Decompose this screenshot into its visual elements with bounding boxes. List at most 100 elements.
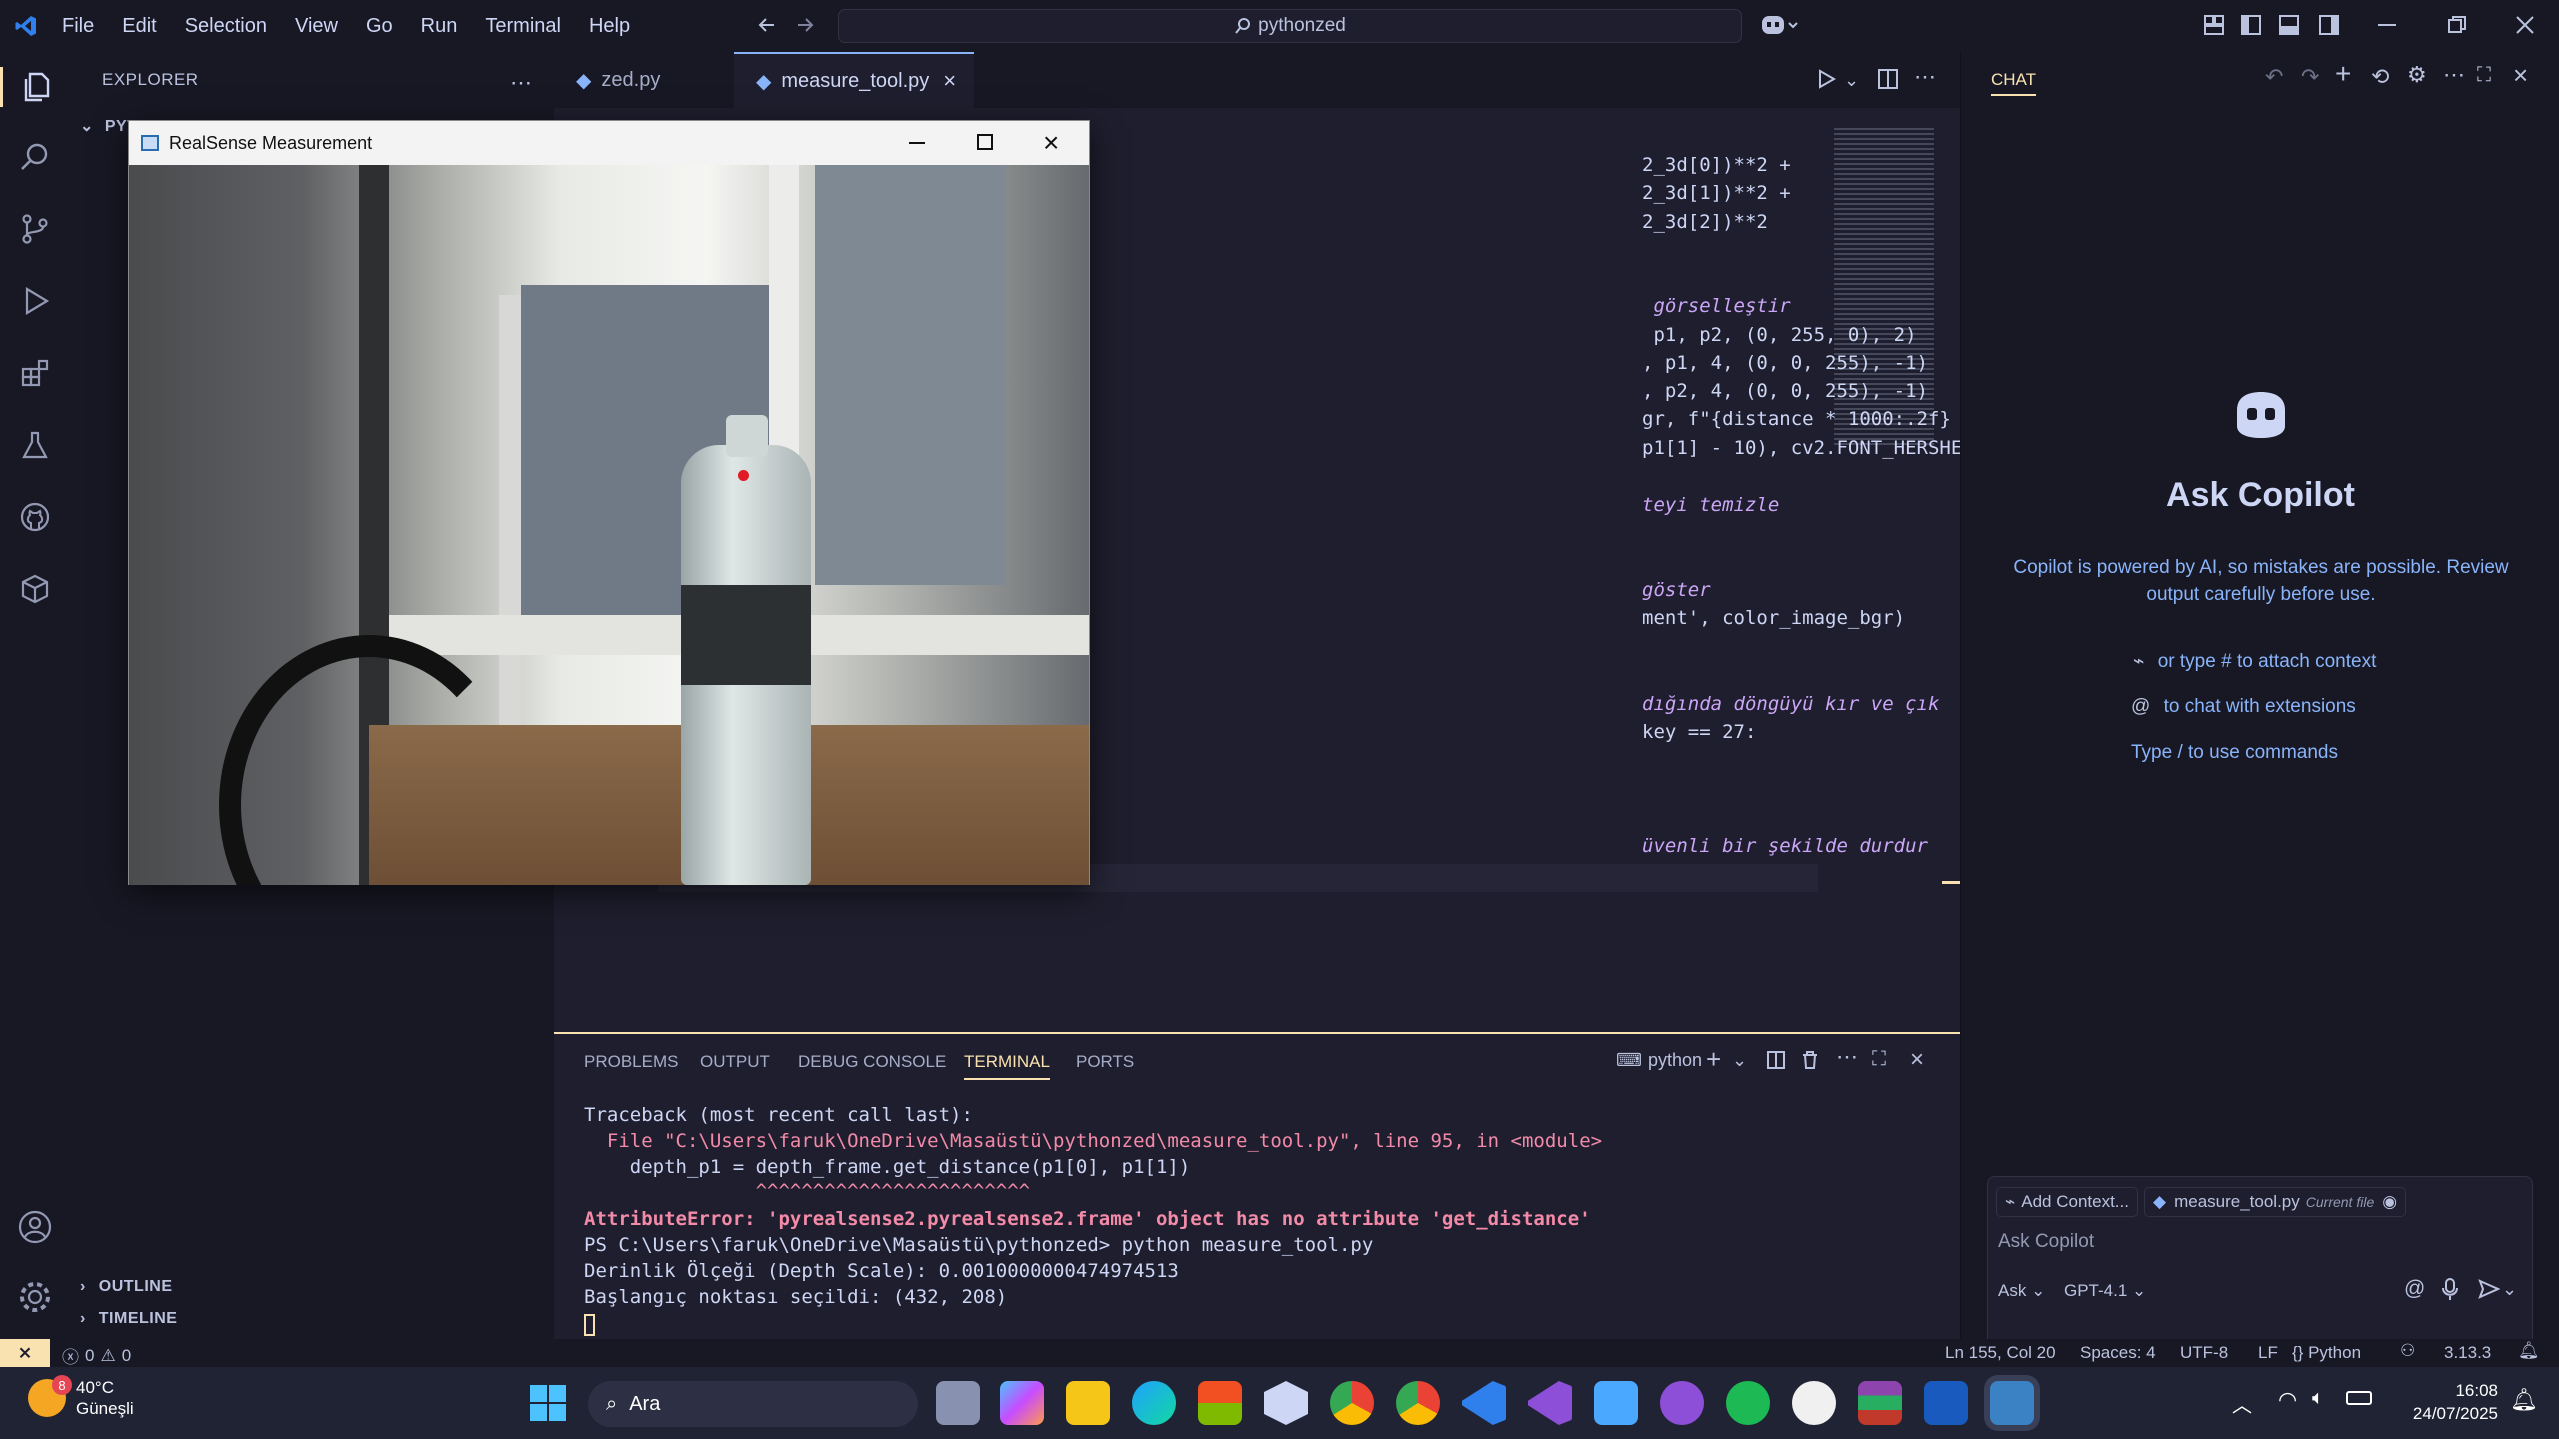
tab-ports[interactable]: PORTS — [1076, 1052, 1134, 1072]
new-chat-icon[interactable]: + — [2335, 58, 2351, 90]
word-icon[interactable] — [1924, 1381, 1968, 1425]
menu-edit[interactable]: Edit — [122, 15, 156, 38]
menu-run[interactable]: Run — [421, 15, 458, 38]
run-debug-icon[interactable] — [15, 281, 55, 321]
encoding[interactable]: UTF-8 — [2180, 1343, 2228, 1363]
layout-customize-icon[interactable] — [2203, 14, 2225, 36]
copilot-status-icon[interactable]: ⚇ — [2400, 1341, 2415, 1361]
more-actions-icon[interactable]: ⋯ — [2443, 62, 2465, 88]
explorer-more-icon[interactable]: ⋯ — [510, 70, 532, 96]
undo-icon[interactable]: ↶ — [2265, 64, 2283, 90]
microphone-icon[interactable] — [2442, 1277, 2458, 1301]
weather-widget[interactable]: 8 40°C Güneşli — [28, 1375, 134, 1419]
end-of-line[interactable]: LF — [2258, 1343, 2278, 1363]
python-app-icon[interactable] — [1990, 1381, 2034, 1425]
chat-tab[interactable]: CHAT — [1991, 70, 2037, 96]
notepad-icon[interactable] — [1594, 1381, 1638, 1425]
close-window-icon[interactable]: × — [1043, 127, 1059, 159]
mode-dropdown[interactable]: Ask ⌄ — [1998, 1281, 2045, 1301]
split-editor-icon[interactable] — [1877, 68, 1899, 90]
tab-output[interactable]: OUTPUT — [700, 1052, 770, 1072]
command-center-search[interactable]: pythonzed — [838, 9, 1742, 43]
at-mention-icon[interactable]: @ — [2404, 1277, 2425, 1301]
tab-terminal[interactable]: TERMINAL — [964, 1052, 1050, 1080]
vscode-icon[interactable] — [1462, 1381, 1506, 1425]
notifications-bell-icon[interactable]: 🔔︎ — [2518, 1341, 2540, 1361]
remote-explorer-icon[interactable] — [15, 569, 55, 609]
edge-browser-icon[interactable] — [1132, 1381, 1176, 1425]
toggle-panel-icon[interactable] — [2278, 14, 2300, 36]
menu-terminal[interactable]: Terminal — [485, 15, 561, 38]
python-version[interactable]: 3.13.3 — [2444, 1343, 2491, 1363]
start-button[interactable] — [530, 1385, 566, 1421]
accounts-icon[interactable] — [15, 1207, 55, 1247]
tab-problems[interactable]: PROBLEMS — [584, 1052, 678, 1072]
more-actions-icon[interactable]: ⋯ — [1836, 1044, 1858, 1070]
winrar-icon[interactable] — [1858, 1381, 1902, 1425]
copilot-app-icon[interactable] — [1000, 1381, 1044, 1425]
tab-measure-tool-py[interactable]: ◆ measure_tool.py × — [734, 52, 974, 108]
gear-icon[interactable]: ⚙ — [2407, 62, 2427, 88]
spotify-icon[interactable] — [1726, 1381, 1770, 1425]
maximize-panel-icon[interactable]: ⛶ — [1872, 1048, 1886, 1071]
terminal-instance[interactable]: ⌨ python — [1616, 1050, 1702, 1071]
toggle-sidebar-icon[interactable] — [2240, 14, 2262, 36]
github-desktop-icon[interactable] — [1660, 1381, 1704, 1425]
model-dropdown[interactable]: GPT-4.1 ⌄ — [2064, 1281, 2146, 1301]
eye-icon[interactable]: ◉ — [2382, 1192, 2397, 1212]
chevron-down-icon[interactable]: ⌄ — [2502, 1279, 2517, 1300]
toggle-secondary-sidebar-icon[interactable] — [2318, 14, 2340, 36]
menu-help[interactable]: Help — [589, 15, 630, 38]
chrome-icon[interactable] — [1330, 1381, 1374, 1425]
task-view-icon[interactable] — [936, 1381, 980, 1425]
visual-studio-icon[interactable] — [1528, 1381, 1572, 1425]
microsoft-store-icon[interactable] — [1198, 1381, 1242, 1425]
realsense-titlebar[interactable]: RealSense Measurement × — [129, 121, 1089, 165]
language-mode[interactable]: {} Python — [2292, 1343, 2361, 1363]
github-icon[interactable] — [15, 497, 55, 537]
tray-chevron-up-icon[interactable]: ︿ — [2232, 1389, 2252, 1418]
testing-flask-icon[interactable] — [15, 425, 55, 465]
chevron-down-icon[interactable]: ⌄ — [1732, 1050, 1747, 1071]
menu-view[interactable]: View — [295, 15, 338, 38]
chrome-profile-icon[interactable] — [1396, 1381, 1440, 1425]
run-python-file-icon[interactable] — [1816, 68, 1838, 90]
trash-icon[interactable] — [1800, 1050, 1820, 1070]
cursor-app-icon[interactable] — [1792, 1381, 1836, 1425]
forward-arrow-icon[interactable] — [794, 14, 816, 36]
back-arrow-icon[interactable] — [756, 14, 778, 36]
outline-section[interactable]: › OUTLINE — [80, 1278, 173, 1296]
split-terminal-icon[interactable] — [1766, 1050, 1786, 1070]
close-tab-icon[interactable]: × — [943, 68, 956, 94]
unity-icon[interactable] — [1264, 1381, 1308, 1425]
remote-indicator[interactable]: ⨯ — [0, 1339, 50, 1367]
close-panel-icon[interactable]: × — [1910, 1046, 1924, 1074]
extensions-icon[interactable] — [15, 353, 55, 393]
volume-icon[interactable]: 🔈︎ — [2312, 1387, 2324, 1410]
new-terminal-icon[interactable]: + — [1706, 1044, 1721, 1075]
search-icon[interactable] — [15, 137, 55, 177]
tab-debug-console[interactable]: DEBUG CONSOLE — [798, 1052, 946, 1072]
wifi-icon[interactable]: ◠ — [2278, 1387, 2297, 1413]
menu-go[interactable]: Go — [366, 15, 393, 38]
chat-input[interactable]: Ask Copilot — [1998, 1231, 2094, 1253]
menu-selection[interactable]: Selection — [185, 15, 267, 38]
minimize-window-icon[interactable] — [2378, 24, 2396, 26]
maximize-icon[interactable]: ⛶ — [2477, 64, 2491, 87]
clock[interactable]: 16:08 24/07/2025 — [2398, 1379, 2498, 1425]
taskbar-search[interactable]: ⌕ Ara — [588, 1381, 918, 1427]
maximize-window-icon[interactable] — [977, 134, 993, 150]
timeline-section[interactable]: › TIMELINE — [80, 1310, 177, 1328]
camera-feed-image[interactable] — [129, 165, 1089, 885]
problems-status[interactable]: ⓧ 0 ⚠ 0 — [62, 1343, 131, 1368]
restore-window-icon[interactable] — [2447, 15, 2467, 35]
menu-file[interactable]: File — [62, 15, 94, 38]
history-icon[interactable]: ⟲ — [2371, 64, 2389, 90]
chevron-down-icon[interactable]: ⌄ — [1844, 70, 1859, 91]
tab-zed-py[interactable]: ◆ zed.py — [554, 52, 734, 108]
current-file-chip[interactable]: ◆ measure_tool.py Current file ◉ — [2144, 1187, 2407, 1217]
indentation[interactable]: Spaces: 4 — [2080, 1343, 2156, 1363]
explorer-icon[interactable] — [0, 67, 70, 107]
copilot-icon[interactable] — [1760, 12, 1800, 38]
cursor-position[interactable]: Ln 155, Col 20 — [1945, 1343, 2056, 1363]
